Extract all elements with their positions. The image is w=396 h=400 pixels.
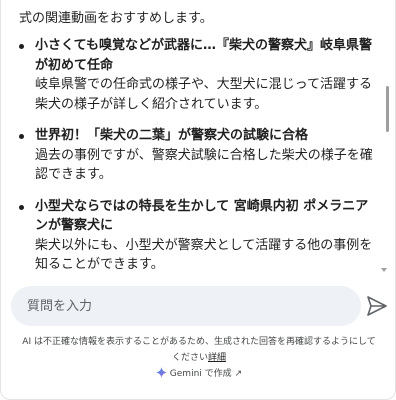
gemini-footer-label: Gemini で作成 xyxy=(169,369,232,379)
disclaimer-text: AI は不正確な情報を表示することがあるため、生成された回答を再確認するようにし… xyxy=(22,337,376,363)
video-title[interactable]: 世界初！「柴犬の二葉」が警察犬の試験に合格 xyxy=(35,126,375,146)
scroll-down-icon[interactable] xyxy=(381,268,387,272)
send-icon[interactable] xyxy=(365,294,389,318)
video-description: 柴犬以外にも、小型犬が警察犬として活躍する他の事例を知ることができます。 xyxy=(35,237,373,273)
answer-scroll-area[interactable]: 式の関連動画をおすすめします。 小さくても嗅覚などが武器に…『柴犬の警察犬』岐阜… xyxy=(1,0,391,278)
video-description: 岐阜県警での任命式の様子や、大型犬に混じって活躍する柴犬の様子が詳しく紹介されて… xyxy=(35,77,372,112)
video-description: 過去の事例ですが、警察犬試験に合格した柴犬の様子を確認できます。 xyxy=(35,147,373,183)
video-recommendation-list: 小さくても嗅覚などが武器に…『柴犬の警察犬』岐阜県警が初めて任命 岐阜県警での任… xyxy=(19,36,375,278)
ai-answer-panel: 式の関連動画をおすすめします。 小さくても嗅覚などが武器に…『柴犬の警察犬』岐阜… xyxy=(0,0,396,400)
video-title[interactable]: 小型犬ならではの特長を生かして 宮崎県内初 ポメラニアンが警察犬に xyxy=(35,197,375,236)
list-item: 小型犬ならではの特長を生かして 宮崎県内初 ポメラニアンが警察犬に 柴犬以外にも… xyxy=(19,197,375,275)
external-link-icon: ↗ xyxy=(234,369,243,379)
question-input[interactable] xyxy=(11,286,361,326)
scrollbar-thumb[interactable] xyxy=(386,86,389,132)
question-input-row xyxy=(11,286,387,326)
gemini-sparkle-icon xyxy=(155,367,167,378)
bullet-icon xyxy=(19,134,24,139)
gemini-footer[interactable]: Gemini で作成 ↗ xyxy=(1,366,396,379)
list-item: 世界初！「柴犬の二葉」が警察犬の試験に合格 過去の事例ですが、警察犬試験に合格し… xyxy=(19,126,375,185)
list-item: 小さくても嗅覚などが武器に…『柴犬の警察犬』岐阜県警が初めて任命 岐阜県警での任… xyxy=(19,36,375,114)
bullet-icon xyxy=(19,204,24,210)
intro-text: 式の関連動画をおすすめします。 xyxy=(19,11,213,26)
bullet-icon xyxy=(19,44,24,49)
video-title[interactable]: 小さくても嗅覚などが武器に…『柴犬の警察犬』岐阜県警が初めて任命 xyxy=(35,36,375,75)
disclaimer: AI は不正確な情報を表示することがあるため、生成された回答を再確認するようにし… xyxy=(21,334,377,366)
details-link[interactable]: 詳細 xyxy=(208,353,226,363)
